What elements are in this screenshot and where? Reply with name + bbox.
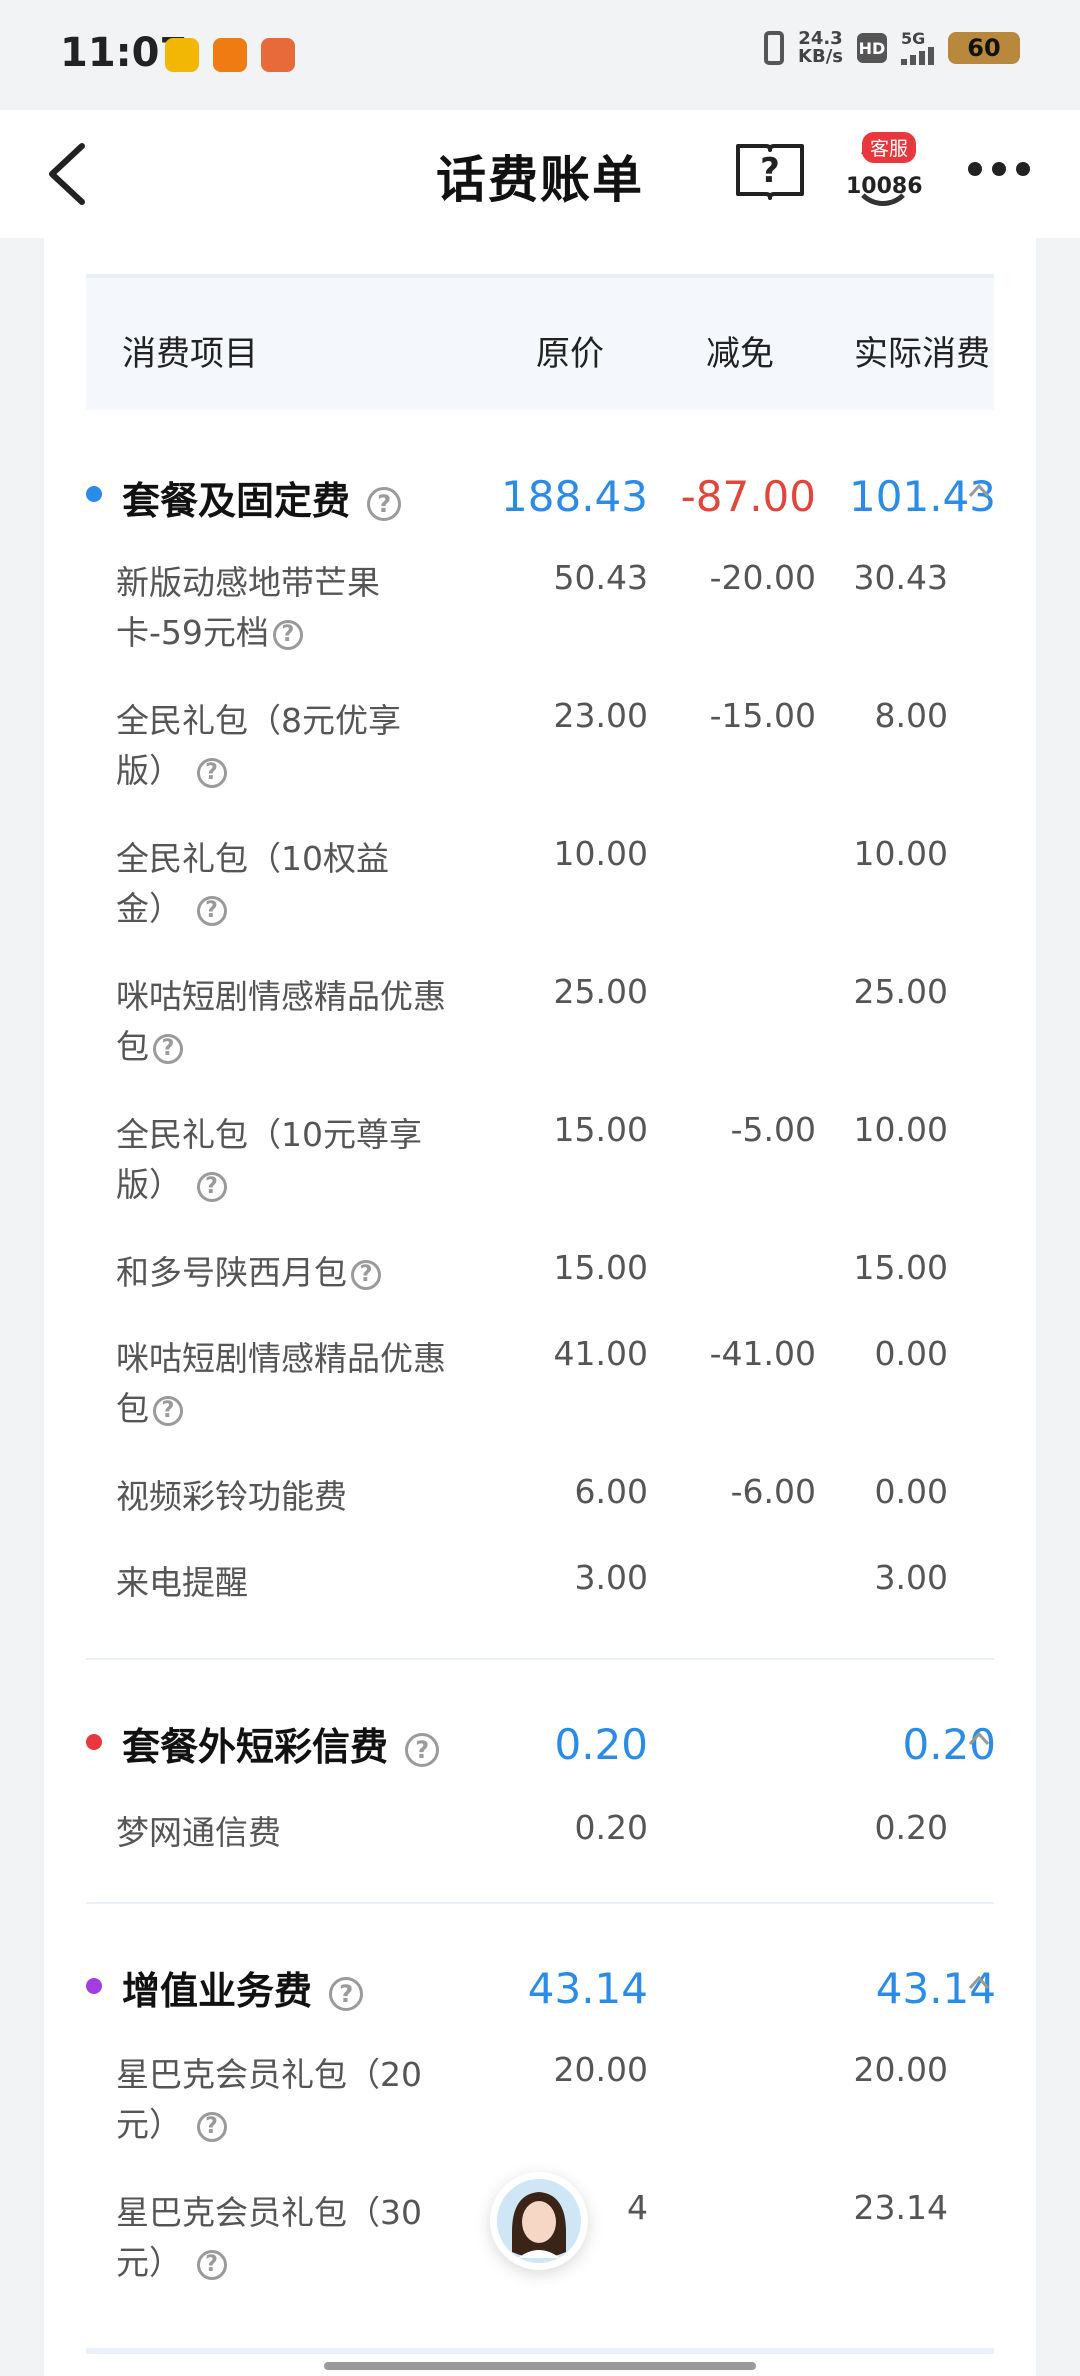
table-header: 消费项目 原价 减免 实际消费 (86, 274, 994, 410)
item-actual: 0.20 (874, 1808, 948, 1847)
chevron-up-icon[interactable] (968, 1972, 990, 1994)
item-original: 50.43 (553, 558, 648, 597)
chevron-up-icon[interactable] (968, 480, 990, 502)
col-discount: 减免 (706, 334, 774, 374)
signal-icon: 5G (901, 31, 934, 65)
help-icon[interactable]: ? (153, 1395, 183, 1426)
item-actual: 20.00 (853, 2050, 948, 2089)
item-actual: 25.00 (853, 972, 948, 1011)
item-name: 和多号陕西月包? (116, 1248, 446, 1298)
col-item: 消费项目 (122, 334, 258, 374)
item-name: 咪咕短剧情感精品优惠包? (116, 977, 446, 1066)
help-icon[interactable]: ? (272, 619, 303, 650)
system-icons: 24.3 KB/s HD 5G 60 (764, 30, 1020, 66)
item-original: 23.00 (553, 696, 648, 735)
battery-icon: 60 (948, 32, 1020, 64)
item-original: 6.00 (574, 1472, 648, 1511)
item-original: 41.00 (553, 1334, 648, 1373)
item-original: 10.00 (553, 834, 648, 873)
item-discount: -20.00 (709, 558, 816, 597)
help-icon[interactable]: ? (405, 1732, 440, 1767)
item-actual: 8.00 (874, 696, 948, 735)
section-header[interactable]: 套餐及固定费 ? 188.43 -87.00 101.43 (44, 462, 1036, 542)
nav-bar: 话费账单 ? 客服 10086 (0, 110, 1080, 238)
item-actual: 23.14 (853, 2188, 948, 2227)
item-original: 0.20 (574, 1808, 648, 1847)
item-actual: 0.00 (874, 1472, 948, 1511)
chevron-up-icon[interactable] (968, 1728, 990, 1750)
item-original: 15.00 (553, 1110, 648, 1149)
section-divider (86, 2348, 994, 2354)
item-actual: 30.43 (853, 558, 948, 597)
bill-card: 消费项目 原价 减免 实际消费 套餐及固定费 ? 188.43 -87.00 1… (44, 238, 1036, 2376)
item-name: 视频彩铃功能费 (116, 1477, 347, 1516)
item-discount: -41.00 (709, 1334, 816, 1373)
section-divider (86, 1658, 994, 1660)
more-dots-icon[interactable] (968, 162, 1030, 176)
item-name: 咪咕短剧情感精品优惠包? (116, 1339, 446, 1428)
item-name: 全民礼包（10元尊享版） ? (116, 1115, 422, 1204)
section-header[interactable]: 套餐外短彩信费 ? 0.20 0.20 (44, 1712, 1036, 1792)
item-original: 25.00 (553, 972, 648, 1011)
item-name: 梦网通信费 (116, 1813, 281, 1852)
app-icon-3 (261, 38, 295, 72)
section-title: 增值业务费 ? (122, 1960, 364, 2015)
hd-icon: HD (857, 33, 887, 63)
item-name: 星巴克会员礼包（20元） ? (116, 2055, 422, 2144)
svg-text:?: ? (760, 151, 780, 191)
item-actual: 15.00 (853, 1248, 948, 1287)
item-discount: -5.00 (730, 1110, 816, 1149)
item-actual: 3.00 (874, 1558, 948, 1597)
item-name: 全民礼包（10权益金） ? (116, 839, 389, 928)
section-dot (86, 1978, 102, 1994)
section-title: 套餐及固定费 ? (122, 470, 402, 525)
help-icon[interactable]: ? (329, 1976, 364, 2011)
help-icon[interactable]: ? (196, 1171, 227, 1202)
home-indicator[interactable] (324, 2362, 756, 2370)
section-original: 188.43 (501, 472, 648, 521)
vibrate-icon (764, 31, 785, 65)
question-book-icon[interactable]: ? (734, 140, 806, 200)
item-actual: 10.00 (853, 834, 948, 873)
help-icon[interactable]: ? (196, 2249, 227, 2280)
col-actual: 实际消费 (854, 334, 990, 374)
avatar-icon (497, 2179, 581, 2263)
cs-number: 10086 (846, 174, 923, 199)
app-icon-2 (213, 38, 247, 72)
help-icon[interactable]: ? (196, 2111, 227, 2142)
item-original: 3.00 (574, 1558, 648, 1597)
section-dot (86, 486, 102, 502)
notification-icons (165, 38, 295, 72)
customer-service-button[interactable]: 客服 10086 (846, 132, 923, 216)
section-divider (86, 1902, 994, 1904)
item-original: 4 (627, 2188, 648, 2227)
item-name: 全民礼包（8元优享版） ? (116, 701, 401, 790)
item-name: 新版动感地带芒果卡-59元档? (116, 563, 380, 652)
help-icon[interactable]: ? (153, 1033, 183, 1064)
item-actual: 0.00 (874, 1334, 948, 1373)
status-bar: 11:07 24.3 KB/s HD 5G 60 (0, 0, 1080, 110)
item-discount: -6.00 (730, 1472, 816, 1511)
section-original: 0.20 (554, 1720, 648, 1769)
cs-badge: 客服 (862, 132, 917, 163)
section-discount: -87.00 (680, 472, 816, 521)
item-name: 来电提醒 (116, 1563, 248, 1602)
help-icon[interactable]: ? (367, 486, 402, 521)
net-speed: 24.3 KB/s (798, 28, 843, 67)
section-title: 套餐外短彩信费 ? (122, 1716, 440, 1771)
assistant-avatar[interactable] (490, 2172, 588, 2270)
col-original: 原价 (536, 334, 604, 374)
app-icon-1 (165, 38, 199, 72)
section-original: 43.14 (527, 1964, 648, 2013)
item-actual: 10.00 (853, 1110, 948, 1149)
help-icon[interactable]: ? (196, 757, 227, 788)
item-discount: -15.00 (709, 696, 816, 735)
help-icon[interactable]: ? (196, 895, 227, 926)
item-original: 15.00 (553, 1248, 648, 1287)
help-icon[interactable]: ? (351, 1259, 381, 1290)
section-header[interactable]: 增值业务费 ? 43.14 43.14 (44, 1956, 1036, 2036)
section-dot (86, 1734, 102, 1750)
item-original: 20.00 (553, 2050, 648, 2089)
item-name: 星巴克会员礼包（30元） ? (116, 2193, 422, 2282)
